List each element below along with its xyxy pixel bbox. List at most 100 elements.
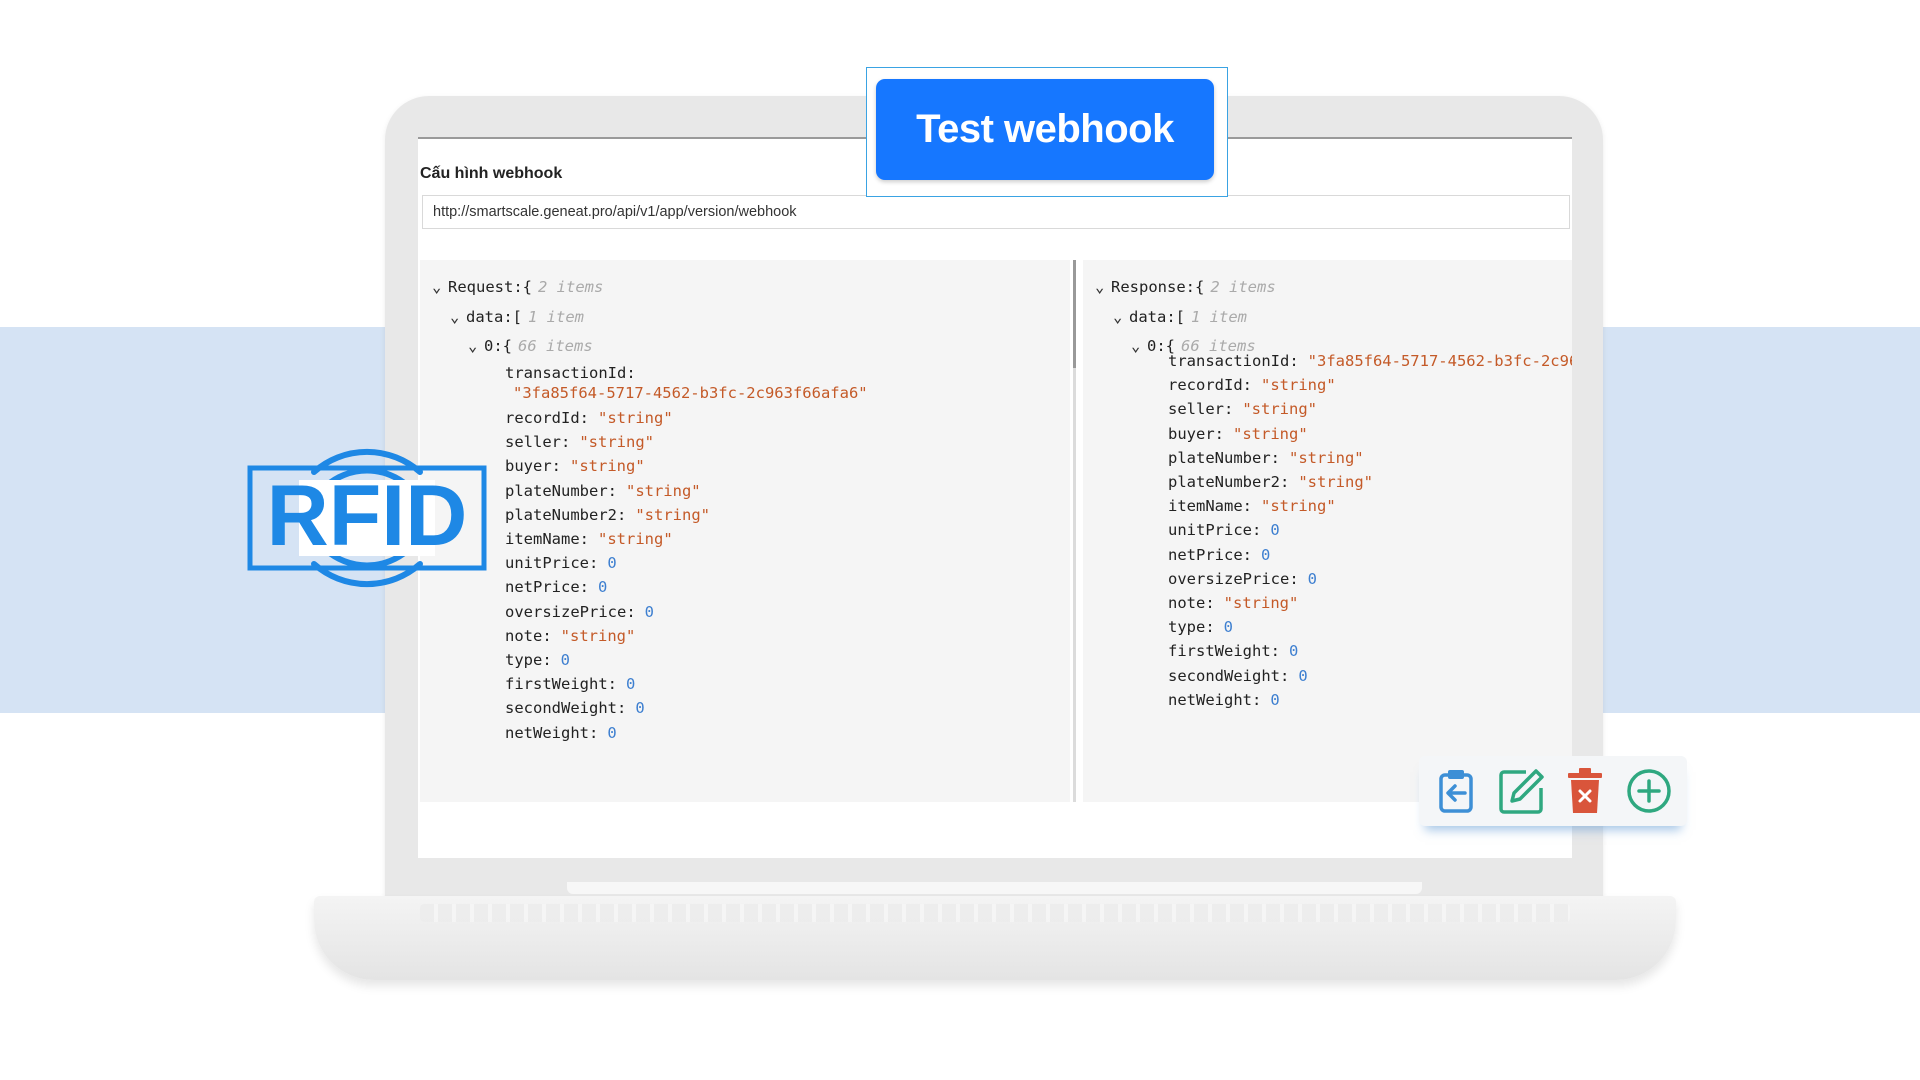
add-button[interactable] <box>1621 763 1677 819</box>
chevron-down-icon[interactable]: ⌄ <box>1113 307 1129 327</box>
edit-icon <box>1499 769 1544 814</box>
chevron-down-icon[interactable]: ⌄ <box>1095 277 1111 297</box>
json-field-key: recordId: <box>505 409 589 427</box>
json-field-key: plateNumber: <box>505 481 617 500</box>
json-field-row: netWeight: 0 <box>1168 690 1280 710</box>
json-field-key: oversizePrice: <box>505 602 636 621</box>
json-field-key: oversizePrice: <box>1168 569 1299 588</box>
json-field-value: "3fa85f64-5717-4562-b3fc-2c963f66afa6" <box>1307 352 1572 370</box>
json-field-value: "string" <box>635 505 710 524</box>
json-field-value: "string" <box>579 433 654 452</box>
json-field-value: 0 <box>1223 618 1234 637</box>
chevron-down-icon[interactable]: ⌄ <box>1131 336 1147 356</box>
test-webhook-button[interactable]: Test webhook <box>876 79 1214 180</box>
request-field-value: "3fa85f64-5717-4562-b3fc-2c963f66afa6" <box>513 384 868 402</box>
request-item-node[interactable]: ⌄ 0:{66 items <box>468 336 593 356</box>
request-root-key: Request:{ <box>448 278 532 296</box>
json-field-key: recordId: <box>1168 376 1252 395</box>
json-field-row: secondWeight: 0 <box>1168 666 1308 686</box>
json-field-value: "string" <box>1298 473 1373 491</box>
json-field-row: recordId: "string" <box>1168 375 1336 395</box>
json-field-value: 0 <box>1270 521 1280 540</box>
response-root-node[interactable]: ⌄ Response:{ 2 items <box>1095 277 1276 297</box>
rfid-icon: RFID <box>247 448 487 588</box>
response-json-viewer[interactable]: ⌄ Response:{2 items ⌄ data:[1 item ⌄ 0:{66 … <box>1083 260 1572 802</box>
json-field-key: itemName: <box>1168 497 1252 516</box>
json-field-row: seller: "string" <box>1168 399 1317 419</box>
request-data-key: data:[ <box>466 308 522 326</box>
clipboard-import-icon <box>1439 770 1473 813</box>
json-field-value: 0 <box>607 554 617 573</box>
delete-button[interactable] <box>1557 763 1613 819</box>
chevron-down-icon[interactable]: ⌄ <box>468 336 484 356</box>
config-title: Cấu hình webhook <box>420 165 563 182</box>
json-field-value: 0 <box>635 699 645 718</box>
json-field-key: seller: <box>1168 400 1234 419</box>
webhook-url-input[interactable] <box>422 195 1570 229</box>
response-data-key: data:[ <box>1129 308 1185 326</box>
webhook-config-screen: Cấu hình webhook ⌄Request:{2 items ⌄data… <box>418 137 1572 858</box>
json-field-value: "string" <box>560 626 636 645</box>
response-root-count: 2 items <box>1210 278 1276 296</box>
json-field-row: netPrice: 0 <box>505 577 607 597</box>
json-field-row: type: 0 <box>505 650 570 670</box>
request-field-key: transactionId: <box>505 364 636 382</box>
request-json-viewer[interactable]: ⌄ Request:{2 items ⌄ data:[1 item ⌄ 0:{66 i… <box>420 260 1070 802</box>
json-field-value: 0 <box>1288 642 1299 661</box>
json-field-row: unitPrice: 0 <box>1168 520 1280 540</box>
json-field-key: note: <box>505 626 552 645</box>
json-field-value: "string" <box>1288 448 1364 467</box>
json-field-value: "string" <box>570 457 645 476</box>
json-field-key: unitPrice: <box>505 554 599 573</box>
request-root-node[interactable]: ⌄ Request:{ 2 items <box>432 277 603 297</box>
add-circle-icon <box>1627 769 1671 813</box>
json-field-row: plateNumber: "string" <box>505 481 701 501</box>
request-root-count: 2 items <box>538 278 604 296</box>
edit-button[interactable] <box>1493 763 1549 819</box>
json-field-key: transactionId: <box>1168 352 1299 370</box>
json-field-key: netWeight: <box>505 723 599 742</box>
json-field-value: "string" <box>598 409 673 427</box>
json-field-value: 0 <box>1270 690 1280 709</box>
json-field-value: 0 <box>1298 666 1308 685</box>
json-field-key: itemName: <box>505 530 589 548</box>
json-field-row: note: "string" <box>505 626 635 646</box>
json-field-row: buyer: "string" <box>1168 424 1308 444</box>
response-root-key: Response:{ <box>1111 278 1205 296</box>
json-field-key: netPrice: <box>505 578 589 597</box>
json-field-value: "string" <box>1242 400 1317 419</box>
json-field-row: firstWeight: 0 <box>1168 641 1298 661</box>
json-field-value: "string" <box>598 530 673 548</box>
json-field-row: firstWeight: 0 <box>505 674 635 694</box>
json-field-key: seller: <box>505 433 571 452</box>
request-data-node[interactable]: ⌄ data:[ 1 item <box>450 307 584 327</box>
chevron-down-icon[interactable]: ⌄ <box>432 277 448 297</box>
request-scrollbar[interactable] <box>1073 260 1076 368</box>
laptop-notch <box>567 882 1422 894</box>
laptop-keyboard <box>420 904 1570 922</box>
json-field-row: secondWeight: 0 <box>505 698 645 718</box>
json-field-key: unitPrice: <box>1168 521 1262 540</box>
json-field-row: itemName: "string" <box>1168 496 1336 516</box>
json-field-key: plateNumber2: <box>1168 473 1290 491</box>
json-field-key: plateNumber2: <box>505 505 627 524</box>
json-field-row: oversizePrice: 0 <box>505 602 654 622</box>
json-field-key: plateNumber: <box>1168 448 1280 467</box>
action-toolbar <box>1419 756 1687 826</box>
delete-icon <box>1568 768 1602 813</box>
json-field-row: plateNumber: "string" <box>1168 448 1364 468</box>
clipboard-import-button[interactable] <box>1429 763 1485 819</box>
json-field-row: netPrice: 0 <box>1168 545 1270 565</box>
json-field-value: "string" <box>1261 497 1336 516</box>
request-data-count: 1 item <box>528 308 584 326</box>
json-field-row: note: "string" <box>1168 593 1298 613</box>
chevron-down-icon[interactable]: ⌄ <box>450 307 466 327</box>
json-field-value: 0 <box>607 723 617 742</box>
json-field-key: type: <box>505 651 552 669</box>
json-field-key: secondWeight: <box>505 699 627 718</box>
json-field-key: note: <box>1168 594 1215 612</box>
response-data-node[interactable]: ⌄ data:[1 item <box>1113 307 1247 327</box>
json-field-key: buyer: <box>1168 424 1224 443</box>
json-field-key: secondWeight: <box>1168 666 1290 685</box>
json-field-row: oversizePrice: 0 <box>1168 569 1317 589</box>
